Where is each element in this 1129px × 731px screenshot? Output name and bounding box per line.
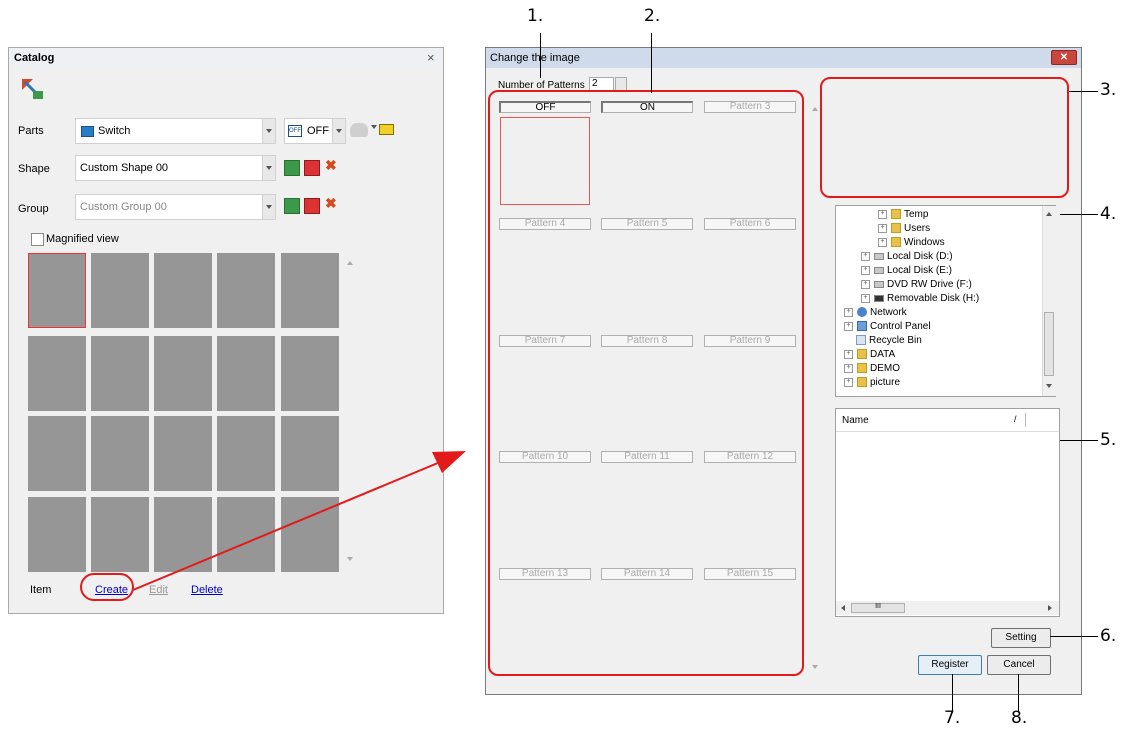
file-list-header: Name / — [836, 409, 1059, 432]
tree-item-label: DEMO — [870, 363, 900, 374]
tree-item-label: Local Disk (D:) — [887, 251, 953, 262]
scroll-down-icon[interactable] — [812, 665, 818, 669]
file-list-hscrollbar[interactable]: III — [836, 601, 1059, 615]
callout-line-5 — [1060, 440, 1098, 441]
scroll-thumb[interactable]: III — [851, 603, 905, 613]
disk-drive-icon — [874, 252, 884, 260]
callout-3: 3. — [1100, 80, 1117, 100]
tree-item-label: picture — [870, 377, 901, 388]
scroll-right-icon[interactable] — [1048, 605, 1052, 611]
callout-line-3 — [1069, 91, 1098, 92]
control-panel-icon — [857, 321, 867, 332]
tree-item-recycle-bin[interactable]: Recycle Bin — [856, 335, 922, 346]
folder-icon — [857, 363, 867, 374]
callout-8: 8. — [1011, 708, 1028, 728]
tree-item-label: Temp — [904, 209, 929, 220]
cancel-button[interactable]: Cancel — [987, 655, 1051, 675]
tree-item-temp[interactable]: + Temp — [878, 209, 928, 220]
scroll-thumb[interactable] — [1044, 312, 1054, 376]
tree-item-disk-e[interactable]: + Local Disk (E:) — [861, 265, 952, 276]
callout-line-7 — [952, 674, 953, 711]
callout-2: 2. — [644, 6, 661, 26]
file-list[interactable]: Name / III — [835, 408, 1060, 617]
tree-item-demo[interactable]: + DEMO — [844, 363, 900, 374]
scroll-left-icon[interactable] — [841, 605, 845, 611]
patterns-highlight — [488, 90, 804, 676]
callout-line-1 — [540, 33, 541, 78]
callout-5: 5. — [1100, 430, 1117, 450]
tree-scrollbar[interactable] — [1042, 206, 1056, 396]
tree-item-control-panel[interactable]: + Control Panel — [844, 321, 931, 332]
tree-item-label: Users — [904, 223, 931, 234]
setting-button[interactable]: Setting — [991, 628, 1051, 648]
tree-item-label: DATA — [870, 349, 896, 360]
callout-line-4 — [1060, 214, 1098, 215]
callout-6: 6. — [1100, 626, 1117, 646]
dialog-title: Change the image — [490, 52, 580, 64]
tree-item-label: Network — [870, 307, 907, 318]
dvd-drive-icon — [874, 280, 884, 288]
tree-item-disk-d[interactable]: + Local Disk (D:) — [861, 251, 953, 262]
tree-item-label: Recycle Bin — [869, 335, 922, 346]
close-icon[interactable]: ✕ — [1051, 50, 1077, 65]
folder-icon — [891, 237, 901, 248]
folder-tree[interactable]: + Temp + Users + Windows + Local Disk (D:) +… — [835, 205, 1056, 397]
disk-drive-icon — [874, 266, 884, 274]
folder-icon — [857, 377, 867, 388]
tree-item-dvd-f[interactable]: + DVD RW Drive (F:) — [861, 279, 972, 290]
scroll-up-icon[interactable] — [1046, 212, 1052, 216]
sort-icon: / — [1014, 414, 1017, 424]
name-column-header[interactable]: Name — [842, 415, 869, 426]
network-icon — [857, 307, 867, 318]
dialog-title-bar: Change the image ✕ — [486, 48, 1081, 68]
tree-item-windows[interactable]: + Windows — [878, 237, 945, 248]
scroll-up-icon[interactable] — [812, 107, 818, 111]
recycle-bin-icon — [856, 335, 866, 346]
tree-item-picture[interactable]: + picture — [844, 377, 900, 388]
folder-icon — [857, 349, 867, 360]
tree-item-data[interactable]: + DATA — [844, 349, 895, 360]
register-button[interactable]: Register — [918, 655, 982, 675]
callout-line-2 — [651, 33, 652, 93]
tree-item-users[interactable]: + Users — [878, 223, 930, 234]
tree-item-label: Windows — [904, 237, 945, 248]
tree-item-label: DVD RW Drive (F:) — [887, 279, 972, 290]
tree-item-removable-h[interactable]: + Removable Disk (H:) — [861, 293, 979, 304]
callout-line-6 — [1050, 636, 1098, 637]
tree-item-network[interactable]: + Network — [844, 307, 907, 318]
callout-1: 1. — [527, 6, 544, 26]
callout-4: 4. — [1100, 204, 1117, 224]
removable-disk-icon — [874, 294, 884, 302]
tree-item-label: Control Panel — [870, 321, 931, 332]
column-divider — [1025, 413, 1026, 427]
scroll-down-icon[interactable] — [1046, 384, 1052, 388]
folder-icon — [891, 223, 901, 234]
tree-item-label: Local Disk (E:) — [887, 265, 953, 276]
preview-highlight — [820, 77, 1069, 198]
callout-7: 7. — [944, 708, 961, 728]
folder-icon — [891, 209, 901, 220]
callout-line-8 — [1018, 674, 1019, 711]
tree-item-label: Removable Disk (H:) — [887, 293, 980, 304]
